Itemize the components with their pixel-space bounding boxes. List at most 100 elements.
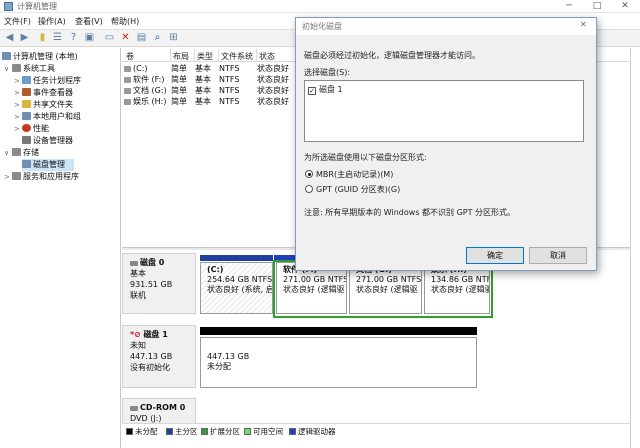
tree-item-system-tools[interactable]: ∨ 系统工具 [4, 63, 55, 75]
gpt-option[interactable]: GPT (GUID 分区表)(G) [305, 184, 400, 195]
legend-label: 扩展分区 [210, 427, 240, 436]
disk-1-checkbox[interactable]: ✓ [308, 87, 316, 95]
disk-1-label[interactable]: *⊘ 磁盘 1 未知 447.13 GB 没有初始化 [122, 325, 196, 388]
volume-type: 基本 [195, 75, 211, 84]
tree-item-task-scheduler[interactable]: > 任务计划程序 [14, 75, 81, 87]
properties-icon[interactable]: ▣ [83, 31, 96, 44]
column-volume[interactable]: 卷 [126, 51, 134, 62]
menu-file[interactable]: 文件(F) [4, 16, 31, 27]
tree-item-event-viewer[interactable]: > 事件查看器 [14, 87, 73, 99]
warning-icon: *⊘ [130, 330, 141, 339]
disk-1-option[interactable]: ✓ 磁盘 1 [308, 84, 343, 95]
disk-0-label[interactable]: 磁盘 0 基本 931.51 GB 联机 [122, 253, 196, 314]
disk-select-list[interactable]: ✓ 磁盘 1 [304, 80, 584, 142]
tree-item-label: 共享文件夹 [33, 100, 73, 109]
menu-action[interactable]: 操作(A) [38, 16, 66, 27]
minimize-button[interactable]: ─ [558, 0, 580, 13]
chevron-right-icon[interactable]: > [14, 87, 22, 99]
dialog-close-button[interactable]: ✕ [580, 20, 587, 29]
column-divider[interactable] [194, 49, 195, 62]
column-filesystem[interactable]: 文件系统 [221, 51, 253, 62]
cdrom-label[interactable]: CD-ROM 0 DVD (J:) [122, 398, 196, 424]
chevron-right-icon[interactable]: > [14, 75, 22, 87]
column-divider[interactable] [256, 49, 257, 62]
back-icon[interactable]: ◀ [3, 31, 16, 44]
new-icon[interactable]: ▤ [135, 31, 148, 44]
column-divider[interactable] [218, 49, 219, 62]
menu-view[interactable]: 查看(V) [75, 16, 103, 27]
computer-icon [2, 52, 11, 60]
column-type[interactable]: 类型 [197, 51, 213, 62]
device-icon [22, 136, 31, 144]
tools-icon [12, 64, 21, 72]
tree-item-local-users[interactable]: > 本地用户和组 [14, 111, 81, 123]
table-row[interactable]: (C:) 简单 基本 NTFS 状态良好 [124, 63, 289, 74]
partition-size: 254.64 GB NTFS [207, 275, 273, 284]
disk-status: 没有初始化 [130, 363, 170, 372]
partition-status: 状态良好 (系统, 启 [207, 285, 273, 294]
tree-item-shared-folders[interactable]: > 共享文件夹 [14, 99, 73, 111]
computer-management-icon [4, 2, 13, 11]
clock-icon [22, 76, 31, 84]
mbr-radio[interactable] [305, 170, 313, 178]
maximize-button[interactable]: □ [586, 0, 608, 13]
close-button[interactable]: ✕ [614, 0, 636, 13]
column-divider[interactable] [170, 49, 171, 62]
legend-item: 可用空间 [244, 426, 283, 437]
delete-icon[interactable]: ✕ [119, 31, 132, 44]
legend-label: 主分区 [175, 427, 198, 436]
tree-item-label: 本地用户和组 [33, 112, 81, 121]
tree-item-storage[interactable]: ∨ 存储 [4, 147, 39, 159]
chevron-down-icon[interactable]: ∨ [4, 63, 12, 75]
volume-status: 状态良好 [257, 75, 289, 84]
disk-item-label: 磁盘 1 [319, 85, 343, 94]
folder-icon[interactable]: ▮ [36, 31, 49, 44]
event-icon [22, 88, 31, 96]
mbr-option[interactable]: MBR(主启动记录)(M) [305, 169, 393, 180]
tree-item-label: 服务和应用程序 [23, 172, 79, 181]
table-row[interactable]: 娱乐 (H:) 简单 基本 NTFS 状态良好 [124, 96, 289, 107]
partition-unallocated[interactable]: 447.13 GB 未分配 [200, 337, 477, 388]
tree-item-disk-management[interactable]: 磁盘管理 [22, 159, 74, 171]
tree-item-label: 计算机管理 (本地) [13, 52, 78, 61]
zoom-icon[interactable]: ⊞ [167, 31, 180, 44]
cancel-button[interactable]: 取消 [529, 247, 587, 264]
menu-help[interactable]: 帮助(H) [111, 16, 139, 27]
volume-name: 软件 (F:) [133, 75, 165, 84]
partition-c[interactable]: (C:) 254.64 GB NTFS 状态良好 (系统, 启 [200, 262, 273, 314]
tree-item-performance[interactable]: > 性能 [14, 123, 49, 135]
forward-icon[interactable]: ▶ [18, 31, 31, 44]
search-icon[interactable]: ⌕ [151, 31, 164, 44]
services-icon [12, 172, 21, 180]
table-row[interactable]: 文档 (G:) 简单 基本 NTFS 状态良好 [124, 85, 289, 96]
gpt-radio[interactable] [305, 185, 313, 193]
volume-type: 基本 [195, 86, 211, 95]
chevron-right-icon[interactable]: > [14, 99, 22, 111]
volume-layout: 简单 [171, 64, 187, 73]
table-row[interactable]: 软件 (F:) 简单 基本 NTFS 状态良好 [124, 74, 289, 85]
volume-status: 状态良好 [257, 86, 289, 95]
column-layout[interactable]: 布局 [173, 51, 189, 62]
disk-type: 基本 [130, 269, 146, 278]
partition-size: 447.13 GB [207, 352, 250, 361]
tree-item-computer-management[interactable]: 计算机管理 (本地) [2, 51, 78, 63]
volume-layout: 简单 [171, 86, 187, 95]
list-icon[interactable]: ☰ [51, 31, 64, 44]
tree-item-device-manager[interactable]: 设备管理器 [22, 135, 73, 147]
tree-item-label: 设备管理器 [33, 136, 73, 145]
chevron-down-icon[interactable]: ∨ [4, 147, 12, 159]
legend-swatch [126, 428, 133, 435]
chevron-right-icon[interactable]: > [14, 111, 22, 123]
tree-item-services[interactable]: > 服务和应用程序 [4, 171, 79, 183]
column-status[interactable]: 状态 [259, 51, 275, 62]
drive-icon [124, 77, 131, 83]
help-icon[interactable]: ? [67, 31, 80, 44]
ok-button[interactable]: 确定 [466, 247, 524, 264]
chevron-right-icon[interactable]: > [14, 123, 22, 135]
chevron-right-icon[interactable]: > [4, 171, 12, 183]
partition-name: (C:) [207, 265, 224, 274]
drive-icon [124, 99, 131, 105]
volume-layout: 简单 [171, 97, 187, 106]
connect-icon[interactable]: ▭ [103, 31, 116, 44]
volume-fs: NTFS [219, 64, 240, 73]
